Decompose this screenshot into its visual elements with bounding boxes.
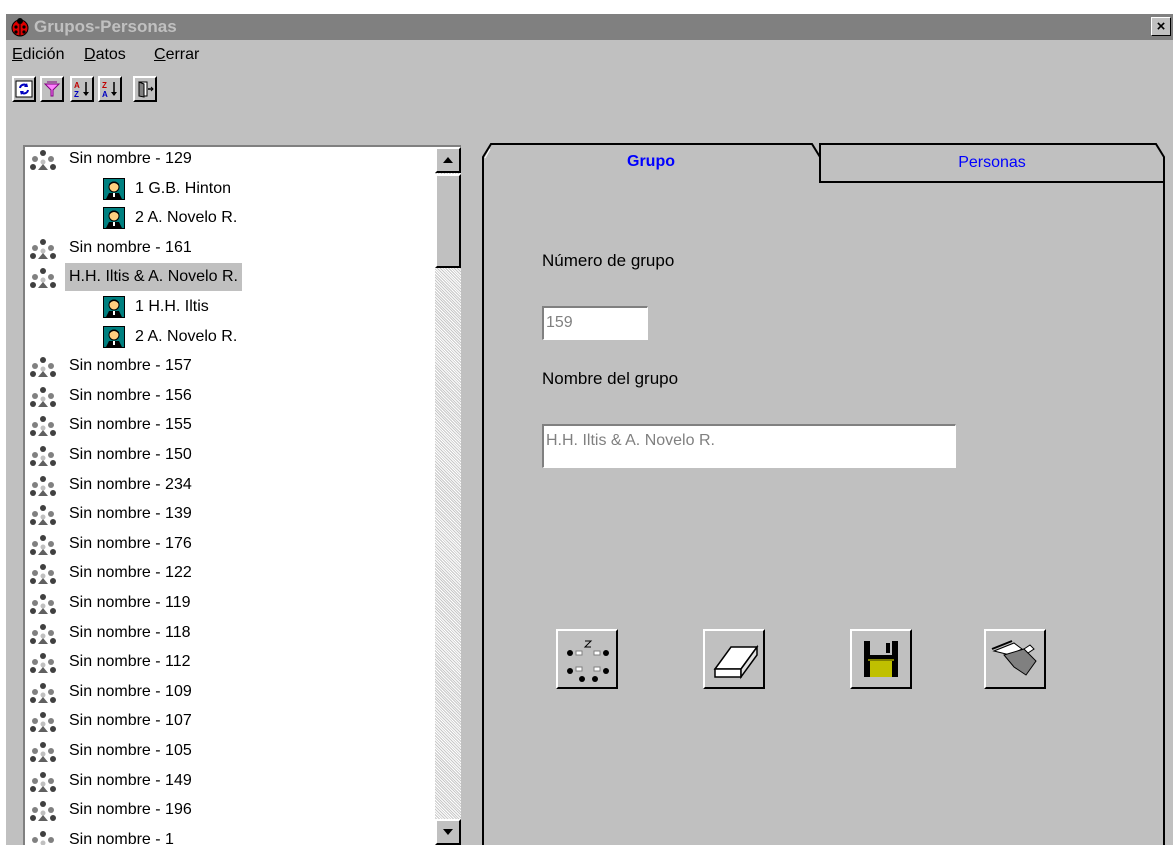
window: Grupos-Personas × Edición Datos Cerrar A…	[6, 14, 1173, 845]
new-group-button[interactable]	[556, 629, 618, 689]
group-name-field[interactable]: H.H. Iltis & A. Novelo R.	[542, 424, 956, 468]
erase-button[interactable]	[703, 629, 765, 689]
group-number-label: Número de grupo	[542, 251, 675, 270]
save-disk-icon	[864, 641, 898, 677]
group-name-label: Nombre del grupo	[542, 369, 679, 388]
eraser-icon	[713, 644, 759, 680]
save-button[interactable]	[850, 629, 912, 689]
new-group-icon	[567, 640, 609, 682]
edit-hand-icon	[991, 640, 1037, 676]
edit-button[interactable]	[984, 629, 1046, 689]
tab-grupo[interactable]: Grupo	[486, 144, 816, 182]
group-number-field[interactable]: 159	[542, 306, 648, 340]
tab-personas[interactable]: Personas	[822, 144, 1162, 180]
